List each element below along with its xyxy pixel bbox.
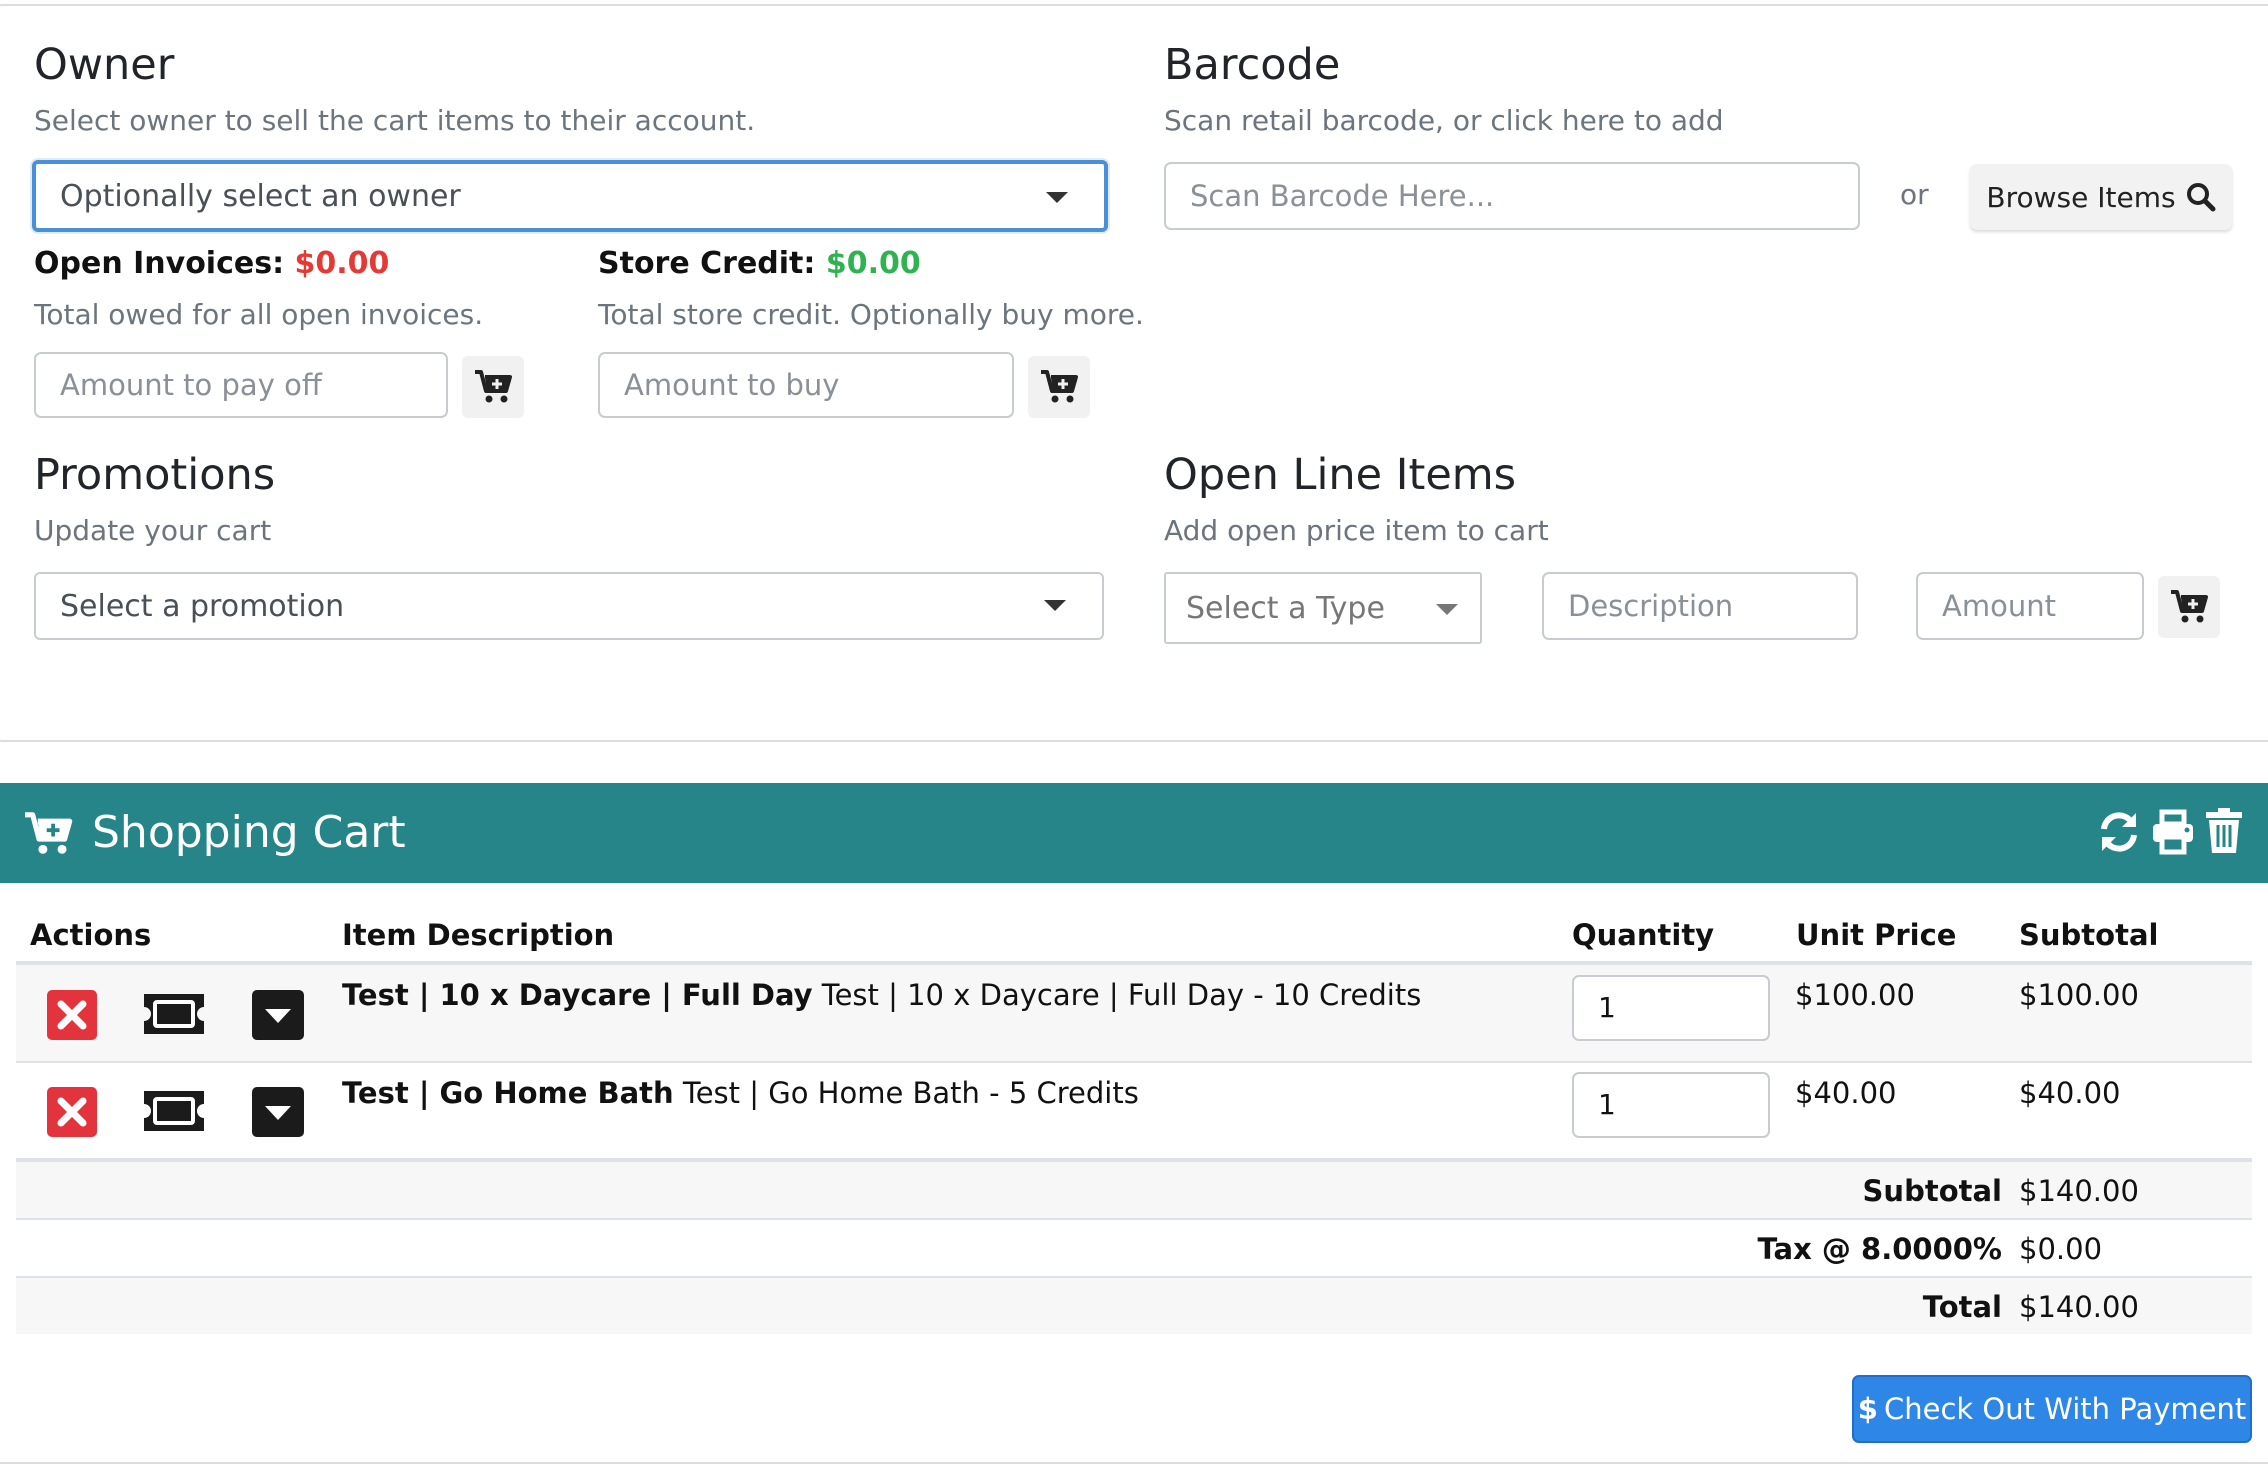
print-icon[interactable]	[2150, 809, 2196, 855]
shopping-cart-header: Shopping Cart	[0, 783, 2268, 883]
search-icon	[2186, 183, 2216, 212]
summary-tax-value: $0.00	[2019, 1232, 2103, 1266]
summary-subtotal-label: Subtotal	[1862, 1174, 2002, 1208]
quantity-input[interactable]: 1	[1572, 975, 1770, 1041]
store-credit-label: Store Credit:	[598, 246, 816, 281]
item-detail: Test | Go Home Bath - 5 Credits	[673, 1076, 1139, 1110]
browse-items-label: Browse Items	[1986, 180, 2176, 214]
summary-row-total	[16, 1278, 2252, 1334]
browse-items-button[interactable]: Browse Items	[1970, 164, 2232, 230]
item-description: Test | 10 x Daycare | Full Day Test | 10…	[342, 978, 1421, 1012]
quantity-input[interactable]: 1	[1572, 1072, 1770, 1138]
summary-total-value: $140.00	[2019, 1290, 2139, 1324]
open-invoices-amount: $0.00	[294, 246, 390, 281]
barcode-heading: Barcode	[1164, 40, 1341, 90]
row-subtotal: $100.00	[2019, 978, 2139, 1012]
open-line-items-heading: Open Line Items	[1164, 450, 1517, 500]
dollar-icon: $	[1857, 1392, 1878, 1426]
ticket-button[interactable]	[141, 1088, 207, 1134]
pay-off-amount-input[interactable]: Amount to pay off	[34, 352, 448, 418]
buy-credit-amount-input[interactable]: Amount to buy	[598, 352, 1014, 418]
line-item-type-select[interactable]: Select a Type	[1164, 572, 1482, 644]
promotion-select[interactable]: Select a promotion	[34, 572, 1104, 640]
summary-total-label: Total	[1922, 1290, 2002, 1324]
cart-plus-icon	[2171, 590, 2208, 623]
owner-select[interactable]: Optionally select an owner	[32, 160, 1108, 232]
item-name: Test | 10 x Daycare | Full Day	[342, 978, 813, 1012]
column-item-description: Item Description	[342, 918, 615, 952]
column-actions: Actions	[30, 918, 152, 952]
owner-subtitle: Select owner to sell the cart items to t…	[34, 104, 756, 137]
shopping-cart-title: Shopping Cart	[92, 807, 406, 858]
unit-price: $40.00	[1795, 1076, 1897, 1110]
cart-card-bottom-border	[0, 1462, 2268, 1464]
open-invoices-label: Open Invoices:	[34, 246, 285, 281]
ticket-icon	[144, 994, 204, 1034]
item-detail: Test | 10 x Daycare | Full Day - 10 Cred…	[812, 978, 1422, 1012]
cart-plus-icon	[475, 370, 512, 403]
cart-plus-icon	[1041, 370, 1078, 403]
close-icon	[57, 1097, 87, 1127]
promotions-subtitle: Update your cart	[34, 514, 272, 547]
ticket-button[interactable]	[141, 991, 207, 1037]
add-line-item-cart-button[interactable]	[2158, 576, 2220, 638]
column-unit-price: Unit Price	[1796, 918, 1957, 952]
row-divider	[16, 1061, 2252, 1063]
expand-item-button[interactable]	[252, 990, 304, 1040]
checkout-label: Check Out With Payment	[1883, 1392, 2247, 1426]
store-credit-amount: $0.00	[825, 246, 921, 281]
barcode-input[interactable]: Scan Barcode Here...	[1164, 162, 1860, 230]
caret-down-icon	[1046, 192, 1068, 203]
sync-icon[interactable]	[2096, 809, 2142, 855]
caret-down-icon	[265, 1106, 291, 1120]
store-credit-line: Store Credit: $0.00	[598, 246, 921, 281]
open-invoices-help: Total owed for all open invoices.	[34, 298, 484, 331]
remove-item-button[interactable]	[47, 1087, 97, 1137]
column-quantity: Quantity	[1572, 918, 1715, 952]
caret-down-icon	[1044, 600, 1066, 611]
barcode-subtitle[interactable]: Scan retail barcode, or click here to ad…	[1164, 104, 1724, 137]
summary-divider	[16, 1218, 2252, 1220]
line-item-description-input[interactable]: Description	[1542, 572, 1858, 640]
promotions-heading: Promotions	[34, 450, 276, 500]
expand-item-button[interactable]	[252, 1087, 304, 1137]
buy-credit-cart-button[interactable]	[1028, 356, 1090, 418]
ticket-icon	[144, 1091, 204, 1131]
open-line-items-subtitle: Add open price item to cart	[1164, 514, 1549, 547]
caret-down-icon	[265, 1009, 291, 1023]
owner-heading: Owner	[34, 40, 175, 90]
close-icon	[57, 1000, 87, 1030]
line-item-amount-input[interactable]: Amount	[1916, 572, 2144, 640]
trash-icon[interactable]	[2204, 807, 2244, 855]
summary-subtotal-value: $140.00	[2019, 1174, 2139, 1208]
pay-off-cart-button[interactable]	[462, 356, 524, 418]
cart-plus-icon	[25, 812, 73, 854]
owner-select-value: Optionally select an owner	[60, 178, 461, 214]
column-subtotal: Subtotal	[2019, 918, 2159, 952]
line-item-type-value: Select a Type	[1186, 590, 1385, 626]
caret-down-icon	[1436, 604, 1458, 615]
item-description: Test | Go Home Bath Test | Go Home Bath …	[342, 1076, 1139, 1110]
item-name: Test | Go Home Bath	[342, 1076, 674, 1110]
row-subtotal: $40.00	[2019, 1076, 2121, 1110]
or-text: or	[1900, 178, 1929, 211]
summary-tax-label: Tax @ 8.0000%	[1757, 1232, 2002, 1266]
open-invoices-line: Open Invoices: $0.00	[34, 246, 389, 281]
checkout-button[interactable]: $ Check Out With Payment	[1852, 1375, 2252, 1443]
store-credit-help: Total store credit. Optionally buy more.	[598, 298, 1144, 331]
remove-item-button[interactable]	[47, 990, 97, 1040]
promotion-select-value: Select a promotion	[60, 588, 345, 624]
unit-price: $100.00	[1795, 978, 1915, 1012]
